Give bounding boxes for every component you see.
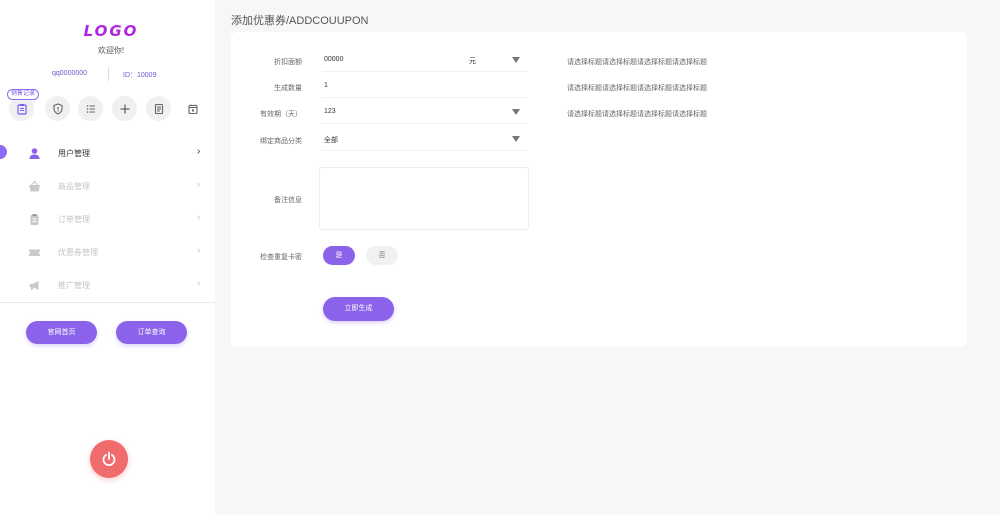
- page-title: 添加优惠券/ADDCOUUPON: [231, 15, 369, 27]
- calendar-icon[interactable]: [180, 96, 205, 121]
- remark-textarea[interactable]: [319, 167, 529, 230]
- chevron-right-icon: ›: [197, 212, 201, 223]
- chevron-right-icon: ›: [197, 245, 201, 256]
- caret-down-icon[interactable]: [512, 57, 520, 63]
- sidebar-item-users[interactable]: 用户管理 ›: [0, 137, 215, 170]
- order-query-button[interactable]: 订单查询: [116, 321, 187, 344]
- sidebar: LOGO 欢迎你! qq0000000 ID：10009 销售记录 用户管理 ›…: [0, 0, 215, 515]
- validity-hint: 请选择标题请选择标题请选择标题请选择标题: [567, 111, 707, 118]
- document-icon[interactable]: [146, 96, 171, 121]
- category-label: 绑定商品分类: [260, 138, 302, 145]
- clipboard-icon: [28, 213, 41, 226]
- sidebar-item-label: 优惠券管理: [58, 248, 98, 257]
- sidebar-item-label: 订单管理: [58, 215, 90, 224]
- validity-label: 有效期（天）: [260, 111, 302, 118]
- sidebar-item-coupons[interactable]: 优惠券管理 ›: [0, 236, 215, 269]
- generate-now-button[interactable]: 立即生成: [323, 297, 394, 321]
- logo: LOGO: [83, 22, 139, 40]
- discount-value: 00000: [324, 56, 344, 63]
- check-duplicate-no-button[interactable]: 否: [366, 246, 398, 265]
- discount-field[interactable]: 00000 元: [322, 50, 528, 72]
- sidebar-item-label: 商品管理: [58, 182, 90, 191]
- user-icon: [28, 147, 41, 160]
- check-duplicate-label: 检查重复卡密: [260, 254, 302, 261]
- megaphone-icon: [28, 279, 41, 292]
- check-duplicate-yes-button[interactable]: 是: [323, 246, 355, 265]
- account-id: ID：10009: [123, 72, 157, 79]
- validity-field[interactable]: 123: [322, 102, 528, 124]
- power-icon: [102, 451, 116, 466]
- remark-label: 备注信息: [274, 197, 302, 204]
- sidebar-item-label: 推广管理: [58, 281, 90, 290]
- sidebar-item-promotion[interactable]: 推广管理 ›: [0, 269, 215, 302]
- sidebar-item-products[interactable]: 商品管理 ›: [0, 170, 215, 203]
- official-home-button[interactable]: 官网首页: [26, 321, 97, 344]
- quantity-hint: 请选择标题请选择标题请选择标题请选择标题: [567, 85, 707, 92]
- welcome-text: 欢迎你!: [97, 46, 125, 55]
- caret-down-icon[interactable]: [512, 136, 520, 142]
- validity-value: 123: [324, 108, 336, 115]
- chevron-right-icon: ›: [197, 278, 201, 289]
- sidebar-item-label: 用户管理: [58, 149, 90, 158]
- active-indicator: [0, 145, 7, 159]
- account-divider: [108, 67, 109, 81]
- plus-icon[interactable]: [112, 96, 137, 121]
- caret-down-icon[interactable]: [512, 109, 520, 115]
- basket-icon: [28, 180, 41, 193]
- discount-hint: 请选择标题请选择标题请选择标题请选择标题: [567, 59, 707, 66]
- chevron-right-icon: ›: [197, 146, 201, 157]
- sidebar-divider: [0, 302, 215, 303]
- account-qq: qq0000000: [52, 70, 88, 77]
- ticket-icon: [28, 246, 41, 259]
- quantity-field[interactable]: 1: [322, 76, 528, 98]
- category-value: 全部: [324, 137, 338, 144]
- list-icon[interactable]: [78, 96, 103, 121]
- quantity-label: 生成数量: [274, 85, 302, 92]
- account-info: qq0000000 ID：10009: [0, 67, 215, 82]
- discount-label: 折扣面额: [274, 59, 302, 66]
- sales-record-badge[interactable]: 销售记录: [7, 89, 40, 100]
- category-select[interactable]: 全部: [322, 129, 528, 151]
- quantity-value: 1: [324, 82, 328, 89]
- chevron-right-icon: ›: [197, 179, 201, 190]
- shield-alert-icon[interactable]: [45, 96, 70, 121]
- sidebar-item-orders[interactable]: 订单管理 ›: [0, 203, 215, 236]
- logout-button[interactable]: [90, 440, 128, 478]
- discount-unit: 元: [469, 58, 476, 65]
